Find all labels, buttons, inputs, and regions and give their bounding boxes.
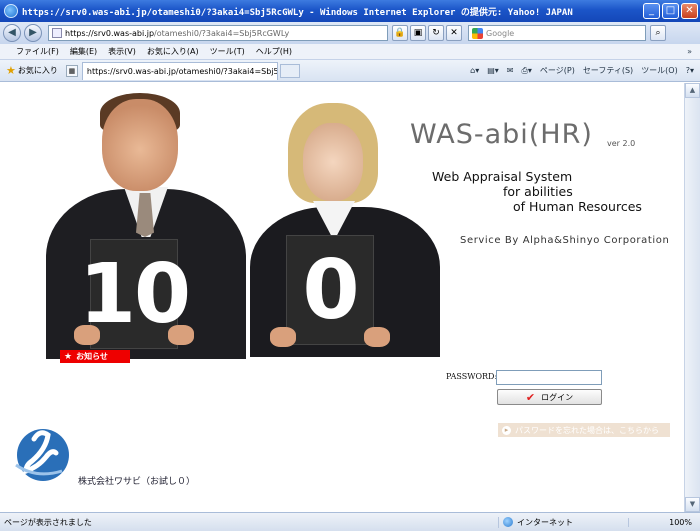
page-menu[interactable]: ページ(P) [540,65,575,76]
news-label: お知らせ [76,352,108,361]
feeds-icon[interactable]: ▤▾ [487,66,499,75]
stop-icon[interactable]: ✕ [446,25,462,41]
menu-bar: ファイル(F) 編集(E) 表示(V) お気に入り(A) ツール(T) ヘルプ(… [0,44,700,60]
hand-left [74,325,100,345]
hand-right [168,325,194,345]
forgot-label: パスワードを忘れた場合は、こちらから [515,425,659,435]
window-title: https://srv0.was-abi.jp/otameshi0/?3akai… [22,7,573,18]
menu-help[interactable]: ヘルプ(H) [256,46,292,57]
woman-face [303,123,363,201]
tab-bar: ★ お気に入り ▦ https://srv0.was-abi.jp/otames… [0,60,700,82]
tagline-line-3: of Human Resources [513,199,642,214]
title-bar: https://srv0.was-abi.jp/otameshi0/?3akai… [0,0,700,22]
menu-more-icon[interactable]: » [687,47,692,56]
back-button[interactable]: ◀ [3,24,21,42]
page-content: 10 0 ★ お知らせ WAS-abi(HR) ver 2.0 Web Appr… [0,83,684,512]
company-logo-icon [15,429,69,481]
password-input[interactable] [496,370,602,385]
address-row: ◀ ▶ https://srv0.was-abi.jp /otameshi0/?… [0,22,700,44]
star-icon: ★ [64,351,73,362]
hand-left-2 [270,327,296,347]
security-zone[interactable]: インターネット [498,516,628,528]
mail-icon[interactable]: ✉ [507,66,514,75]
scroll-down-icon[interactable]: ▼ [685,497,700,512]
refresh-icon[interactable]: ↻ [428,25,444,41]
score-card-left: 10 [79,239,191,349]
scroll-up-icon[interactable]: ▲ [685,83,700,98]
zoom-label: 100% [669,517,692,527]
tools-menu[interactable]: ツール(O) [641,65,678,76]
url-path: /otameshi0/?3akai4=Sbj5RcGWLy [154,28,290,38]
version-label: ver 2.0 [607,139,636,148]
safety-menu[interactable]: セーフティ(S) [583,65,633,76]
check-icon: ✔ [525,390,536,404]
zone-label: インターネット [517,517,573,527]
tagline-line-1: Web Appraisal System [432,169,573,184]
menu-tools[interactable]: ツール(T) [210,46,245,57]
status-text: ページが表示されました [4,517,92,527]
menu-edit[interactable]: 編集(E) [70,46,97,57]
forgot-password-link[interactable]: ▸ パスワードを忘れた場合は、こちらから [498,423,670,437]
favorites-label: お気に入り [17,66,58,75]
page-icon [52,28,62,38]
favorites-button[interactable]: ★ お気に入り [6,64,58,77]
globe-icon [503,517,513,527]
star-icon: ★ [6,64,16,77]
hero-image: 10 0 ★ お知らせ [28,89,440,363]
lock-icon[interactable]: 🔒 [392,25,408,41]
service-credit: Service By Alpha&Shinyo Corporation [460,235,670,246]
url-host: https://srv0.was-abi.jp [65,28,155,38]
help-icon[interactable]: ?▾ [686,66,694,75]
info-icon: ▸ [502,425,511,435]
status-bar: ページが表示されました インターネット 100% [0,512,700,531]
password-label: PASSWORD: [446,372,498,381]
login-button[interactable]: ✔ ログイン [497,389,602,405]
news-badge[interactable]: ★ お知らせ [60,350,130,363]
ie-logo-icon [4,4,18,18]
home-icon[interactable]: ⌂▾ [470,66,479,75]
address-bar[interactable]: https://srv0.was-abi.jp /otameshi0/?3aka… [48,25,388,41]
close-button[interactable]: ✕ [681,3,698,19]
print-icon[interactable]: ⎙▾ [521,66,531,76]
search-input[interactable]: Google [468,25,646,41]
score-card-right: 0 [286,235,374,345]
quick-tabs-icon[interactable]: ▦ [65,64,78,77]
minimize-button[interactable]: _ [643,3,660,19]
search-icon[interactable]: ⌕ [650,25,666,41]
forward-button[interactable]: ▶ [24,24,42,42]
tagline-line-2: for abilities [503,184,573,199]
login-label: ログイン [541,392,574,402]
company-name: 株式会社ワサビ（お試し０） [78,477,196,487]
new-tab-button[interactable] [279,63,300,78]
menu-view[interactable]: 表示(V) [108,46,136,57]
search-placeholder: Google [486,28,515,38]
google-icon [472,27,483,39]
man-face [102,99,178,191]
vertical-scrollbar[interactable]: ▲ ▼ [684,83,700,512]
browser-tab[interactable]: https://srv0.was-abi.jp/otameshi0/?3akai… [81,61,278,80]
app-brand: WAS-abi(HR) [410,119,593,150]
menu-file[interactable]: ファイル(F) [16,46,59,57]
compat-view-icon[interactable]: ▣ [410,25,426,41]
hand-right-2 [364,327,390,347]
zoom-control[interactable]: 100% [628,517,700,527]
maximize-button[interactable]: □ [662,3,679,19]
menu-favorites[interactable]: お気に入り(A) [147,46,199,57]
